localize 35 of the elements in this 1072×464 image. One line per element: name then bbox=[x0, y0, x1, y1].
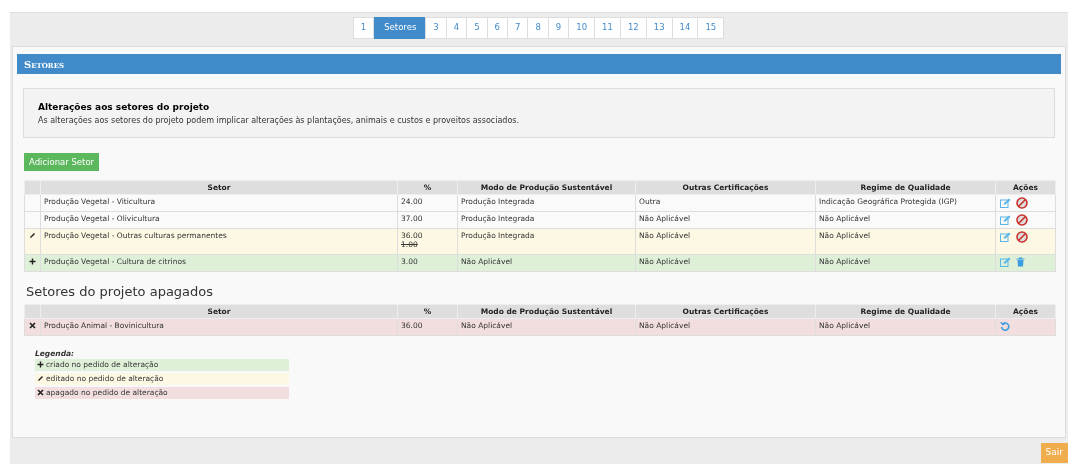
edit-icon[interactable] bbox=[1000, 256, 1011, 267]
cross-icon bbox=[29, 321, 36, 329]
page-tab[interactable]: 10 bbox=[568, 16, 596, 39]
undo-icon[interactable] bbox=[1000, 320, 1010, 331]
page-tab[interactable]: 11 bbox=[594, 16, 621, 39]
edit-icon[interactable] bbox=[1000, 197, 1011, 208]
plus-icon bbox=[37, 361, 44, 369]
page-tab[interactable]: 7 bbox=[507, 16, 529, 39]
page-tab[interactable]: 1 bbox=[352, 16, 375, 39]
page-tab[interactable]: Setores bbox=[374, 16, 427, 39]
info-text: As alterações aos setores do projeto podem implicar alterações às plantações, animais e custos e proveitos associados. bbox=[38, 114, 521, 127]
edit-icon[interactable] bbox=[1000, 231, 1011, 242]
page-tab[interactable]: 3 bbox=[425, 16, 447, 39]
info-title: Alterações aos setores do projeto bbox=[38, 101, 211, 114]
panel-header: Setores bbox=[17, 54, 1061, 74]
section-heading: Setores do projeto apagados bbox=[26, 283, 215, 300]
edit-icon[interactable] bbox=[1000, 214, 1011, 225]
trash-icon[interactable] bbox=[1016, 256, 1025, 267]
page-tab[interactable]: 13 bbox=[645, 16, 673, 39]
plus-icon bbox=[29, 257, 36, 265]
prohibited-icon[interactable] bbox=[1016, 230, 1028, 243]
page-tab[interactable]: 5 bbox=[466, 16, 488, 39]
page-tab[interactable]: 8 bbox=[527, 16, 549, 39]
page-tab[interactable]: 9 bbox=[547, 16, 570, 39]
exit-button[interactable]: Sair bbox=[1040, 443, 1068, 463]
pencil-icon bbox=[29, 231, 36, 239]
cross-icon bbox=[37, 389, 44, 397]
page-tab[interactable]: 12 bbox=[619, 16, 647, 39]
pencil-icon bbox=[37, 375, 44, 383]
prohibited-icon[interactable] bbox=[1016, 213, 1028, 226]
prohibited-icon[interactable] bbox=[1016, 196, 1028, 209]
page-tab[interactable]: 15 bbox=[697, 16, 725, 39]
page-tab[interactable]: 4 bbox=[445, 16, 468, 39]
add-sector-button[interactable]: Adicionar Setor bbox=[24, 153, 100, 171]
page-tab[interactable]: 6 bbox=[486, 16, 508, 39]
